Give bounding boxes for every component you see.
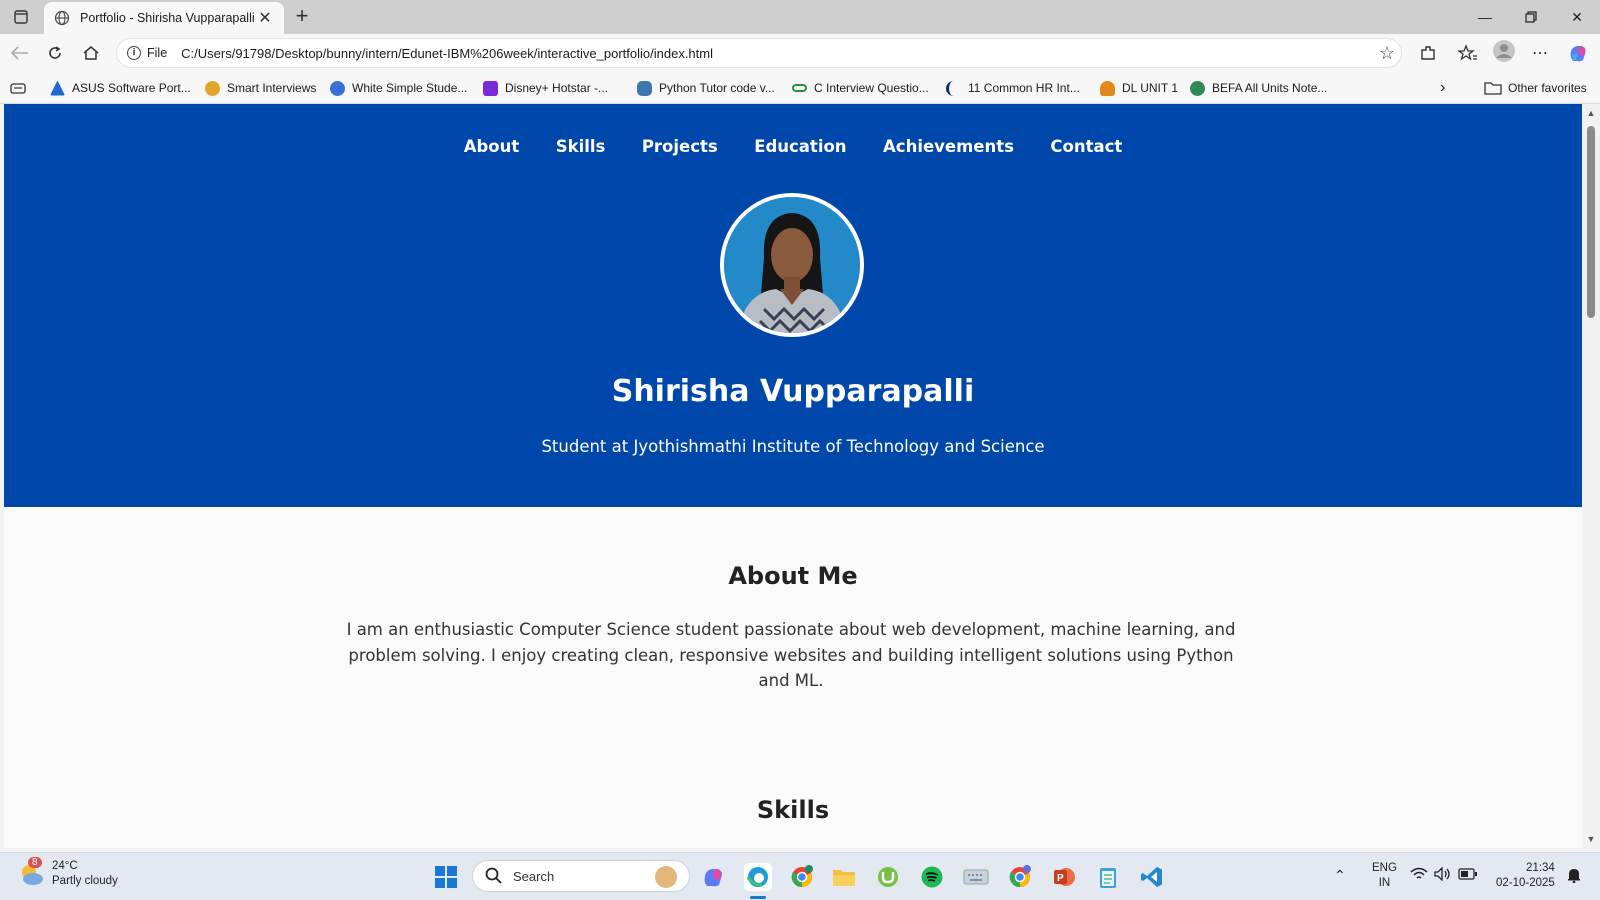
chrome-profile-2-icon[interactable] bbox=[1006, 863, 1034, 891]
volume-icon[interactable] bbox=[1434, 866, 1452, 886]
globe-icon bbox=[54, 10, 70, 26]
search-icon bbox=[485, 867, 502, 884]
chrome-profile-icon[interactable] bbox=[788, 863, 816, 891]
python-icon bbox=[637, 80, 652, 96]
profile-avatar-icon[interactable] bbox=[1492, 40, 1516, 62]
about-paragraph: I am an enthusiastic Computer Science st… bbox=[346, 620, 1236, 690]
scroll-down-icon[interactable]: ▼ bbox=[1586, 834, 1596, 844]
favorite-item[interactable]: Disney+ Hotstar -... bbox=[483, 79, 608, 97]
scrollbar-thumb[interactable] bbox=[1587, 126, 1595, 318]
favorite-item[interactable]: Python Tutor code v... bbox=[637, 79, 775, 97]
file-explorer-icon[interactable] bbox=[830, 863, 858, 891]
weather-widget[interactable]: 8 24°C Partly cloudy bbox=[18, 857, 118, 889]
search-highlight-icon bbox=[655, 866, 677, 888]
notifications-bell-icon[interactable] bbox=[1566, 867, 1582, 888]
nav-projects[interactable]: Projects bbox=[642, 137, 718, 156]
url-text[interactable]: C:/Users/91798/Desktop/bunny/intern/Edun… bbox=[181, 46, 1373, 61]
refresh-icon[interactable] bbox=[42, 41, 68, 65]
show-hidden-icons-chevron[interactable]: ⌃ bbox=[1334, 868, 1346, 883]
minimize-icon[interactable]: — bbox=[1462, 0, 1508, 34]
wifi-icon[interactable] bbox=[1410, 867, 1428, 886]
close-tab-icon[interactable]: ✕ bbox=[256, 8, 274, 28]
befa-icon bbox=[1190, 80, 1205, 96]
folder-icon bbox=[1484, 82, 1502, 95]
scroll-up-icon[interactable]: ▲ bbox=[1586, 108, 1596, 118]
hero-name: Shirisha Vupparapalli bbox=[611, 374, 975, 409]
asus-icon bbox=[50, 80, 65, 96]
favorite-item[interactable]: White Simple Stude... bbox=[330, 79, 467, 97]
favorite-item[interactable]: C Interview Questio... bbox=[792, 79, 929, 97]
svg-text:P: P bbox=[1057, 873, 1064, 884]
copilot-taskbar-icon[interactable] bbox=[700, 863, 728, 891]
active-tab[interactable]: Portfolio - Shirisha Vupparapalli ✕ bbox=[44, 2, 284, 34]
page-scrollbar[interactable]: ▲ ▼ bbox=[1582, 104, 1600, 848]
edge-taskbar-icon[interactable] bbox=[744, 863, 772, 891]
extensions-icon[interactable] bbox=[1416, 42, 1440, 64]
weather-temp: 24°C bbox=[52, 860, 78, 872]
partly-cloudy-icon: 8 bbox=[18, 857, 44, 887]
address-toolbar: i File C:/Users/91798/Desktop/bunny/inte… bbox=[0, 34, 1600, 72]
home-icon[interactable] bbox=[78, 41, 104, 65]
favorite-item[interactable]: DL UNIT 1 bbox=[1100, 79, 1178, 97]
favorite-item[interactable]: Smart Interviews bbox=[205, 79, 316, 97]
url-scheme: File bbox=[147, 46, 168, 60]
search-placeholder: Search bbox=[513, 868, 555, 884]
nav-skills[interactable]: Skills bbox=[556, 137, 606, 156]
keyboard-app-icon[interactable] bbox=[962, 863, 990, 891]
weather-badge: 8 bbox=[28, 857, 42, 868]
notepad-icon[interactable] bbox=[1094, 863, 1122, 891]
favorites-toggle-icon[interactable] bbox=[10, 79, 26, 97]
favorite-item[interactable]: BEFA All Units Note... bbox=[1190, 79, 1327, 97]
spotify-icon[interactable] bbox=[918, 863, 946, 891]
more-favorites-chevron-icon[interactable]: › bbox=[1440, 79, 1445, 97]
utorrent-icon[interactable] bbox=[874, 863, 902, 891]
other-favorites[interactable]: Other favorites bbox=[1484, 79, 1587, 97]
link-icon bbox=[792, 84, 807, 92]
clock[interactable]: 21:34 02-10-2025 bbox=[1496, 861, 1555, 891]
favorite-item[interactable]: ASUS Software Port... bbox=[50, 79, 191, 97]
hero-section: About Skills Projects Education Achievem… bbox=[4, 104, 1582, 507]
page-viewport: About Skills Projects Education Achievem… bbox=[4, 104, 1582, 848]
info-icon[interactable]: i bbox=[127, 46, 141, 60]
language-indicator[interactable]: ENG IN bbox=[1372, 861, 1397, 891]
back-icon[interactable] bbox=[7, 41, 33, 65]
site-nav: About Skills Projects Education Achievem… bbox=[4, 137, 1582, 157]
battery-icon[interactable] bbox=[1458, 868, 1478, 885]
vscode-icon[interactable] bbox=[1138, 863, 1166, 891]
restore-icon[interactable] bbox=[1508, 0, 1554, 34]
active-app-indicator bbox=[750, 896, 766, 899]
new-tab-button[interactable]: + bbox=[290, 5, 314, 28]
clock-date: 02-10-2025 bbox=[1496, 877, 1555, 889]
copilot-icon[interactable] bbox=[1566, 42, 1590, 64]
windows-start-icon[interactable] bbox=[432, 863, 460, 891]
close-window-icon[interactable]: ✕ bbox=[1554, 0, 1600, 34]
nav-education[interactable]: Education bbox=[754, 137, 846, 156]
tab-actions-icon[interactable] bbox=[8, 6, 34, 28]
profile-photo bbox=[720, 193, 864, 337]
nav-about[interactable]: About bbox=[464, 137, 520, 156]
favorite-item[interactable]: 11 Common HR Int... bbox=[946, 79, 1080, 97]
tab-strip: Portfolio - Shirisha Vupparapalli ✕ + — … bbox=[0, 0, 1600, 34]
address-bar[interactable]: i File C:/Users/91798/Desktop/bunny/inte… bbox=[116, 38, 1402, 68]
more-menu-icon[interactable]: ⋯ bbox=[1528, 42, 1552, 64]
favorites-icon[interactable] bbox=[1456, 42, 1480, 64]
moon-icon bbox=[946, 80, 961, 96]
canva-icon bbox=[330, 80, 345, 96]
about-heading: About Me bbox=[728, 562, 858, 590]
nav-contact[interactable]: Contact bbox=[1050, 137, 1122, 156]
hotstar-icon bbox=[483, 80, 498, 96]
taskbar: 8 24°C Partly cloudy Search P ⌃ ENG IN 2… bbox=[0, 852, 1600, 900]
favorites-bar: ASUS Software Port... Smart Interviews W… bbox=[0, 72, 1600, 104]
weather-desc: Partly cloudy bbox=[52, 875, 118, 887]
dl-unit-icon bbox=[1100, 80, 1115, 96]
powerpoint-icon[interactable]: P bbox=[1050, 863, 1078, 891]
favorite-star-icon[interactable]: ☆ bbox=[1373, 43, 1401, 64]
tab-title: Portfolio - Shirisha Vupparapalli bbox=[80, 11, 255, 25]
nav-achievements[interactable]: Achievements bbox=[883, 137, 1014, 156]
taskbar-search[interactable]: Search bbox=[472, 860, 690, 892]
clock-time: 21:34 bbox=[1526, 862, 1555, 874]
skills-heading: Skills bbox=[756, 796, 830, 824]
hero-subtitle: Student at Jyothishmathi Institute of Te… bbox=[541, 437, 1045, 456]
smart-interviews-icon bbox=[205, 80, 220, 96]
